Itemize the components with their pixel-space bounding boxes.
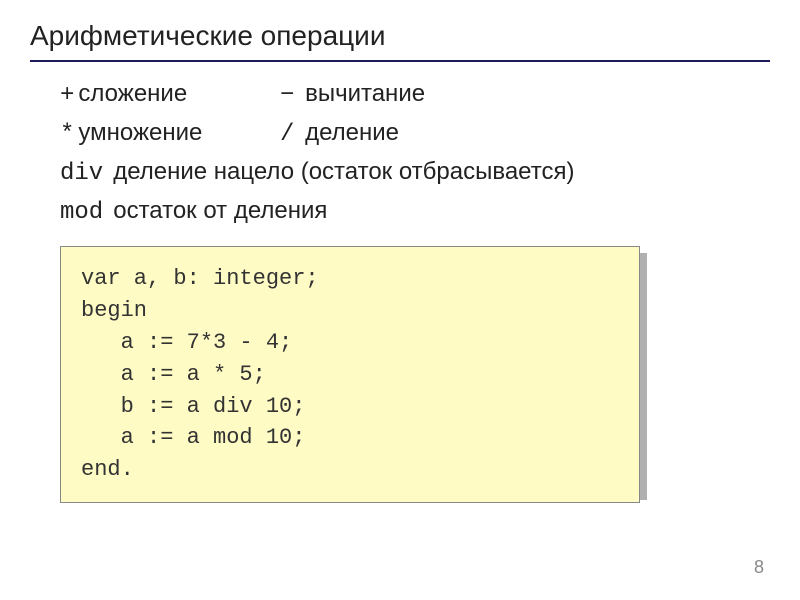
code-line-2: begin (81, 298, 147, 323)
op-row-2: * умножение / деление (60, 119, 770, 148)
subtraction-label: вычитание (305, 80, 425, 107)
op-row-4: mod остаток от деления (60, 197, 770, 226)
div-keyword: div (60, 160, 103, 187)
op-division: / деление (280, 119, 399, 148)
code-line-4: a := a * 5; (81, 362, 266, 387)
addition-label: сложение (78, 80, 187, 108)
minus-symbol: − (280, 82, 294, 109)
op-addition: + сложение (60, 80, 280, 109)
slash-symbol: / (280, 121, 294, 148)
code-block: var a, b: integer; begin a := 7*3 - 4; a… (60, 246, 640, 503)
multiplication-label: умножение (78, 119, 202, 147)
code-line-6: a := a mod 10; (81, 425, 305, 450)
op-row-3: div деление нацело (остаток отбрасываетс… (60, 158, 770, 187)
code-line-3: a := 7*3 - 4; (81, 330, 292, 355)
op-subtraction: − вычитание (280, 80, 425, 109)
code-line-7: end. (81, 457, 134, 482)
operations-list: + сложение − вычитание * умножение / дел… (30, 80, 770, 226)
asterisk-symbol: * (60, 121, 74, 148)
plus-symbol: + (60, 82, 74, 109)
mod-description: остаток от деления (113, 197, 327, 225)
title-divider (30, 60, 770, 62)
op-multiplication: * умножение (60, 119, 280, 148)
slide-title: Арифметические операции (30, 20, 770, 52)
code-line-5: b := a div 10; (81, 394, 305, 419)
div-description: деление нацело (остаток отбрасывается) (113, 158, 574, 186)
mod-keyword: mod (60, 199, 103, 226)
page-number: 8 (754, 557, 764, 578)
code-example-container: var a, b: integer; begin a := 7*3 - 4; a… (60, 246, 770, 503)
op-row-1: + сложение − вычитание (60, 80, 770, 109)
code-line-1: var a, b: integer; (81, 266, 319, 291)
division-label: деление (305, 119, 399, 146)
